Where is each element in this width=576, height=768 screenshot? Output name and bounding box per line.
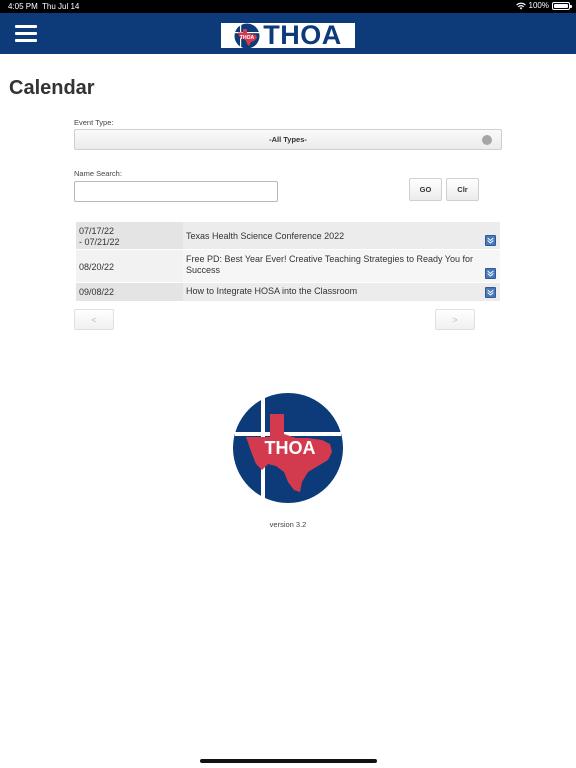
- next-page-button[interactable]: >: [435, 309, 475, 330]
- event-title: Texas Health Science Conference 2022: [186, 231, 345, 241]
- battery-icon: [552, 1, 572, 10]
- event-row[interactable]: 09/08/22 How to Integrate HOSA into the …: [76, 283, 500, 302]
- status-date: Thu Jul 14: [42, 2, 80, 11]
- seal-text: THOA: [240, 35, 255, 41]
- select-indicator-icon: [482, 135, 492, 145]
- version-text: version 3.2: [269, 520, 307, 529]
- wifi-icon: [515, 2, 526, 9]
- seal-logo-text: THOA: [265, 438, 316, 458]
- chevron-down-icon[interactable]: [485, 287, 496, 298]
- logo-text: THOA: [263, 20, 342, 50]
- event-date: 09/08/22: [76, 283, 183, 301]
- event-row[interactable]: 07/17/22 - 07/21/22 Texas Health Science…: [76, 222, 500, 250]
- clear-button[interactable]: Clr: [446, 178, 479, 201]
- event-date: 07/17/22 - 07/21/22: [76, 222, 183, 249]
- event-date-start: 09/08/22: [79, 287, 115, 297]
- name-search-label: Name Search:: [74, 169, 122, 178]
- event-type-label: Event Type:: [74, 118, 114, 127]
- previous-page-button[interactable]: <: [74, 309, 114, 330]
- status-right: 100%: [515, 1, 572, 10]
- header-logo: THOA THOA: [219, 21, 357, 50]
- hamburger-menu-icon[interactable]: [15, 25, 37, 42]
- event-date-start: 08/20/22: [79, 262, 115, 272]
- events-list: 07/17/22 - 07/21/22 Texas Health Science…: [76, 222, 500, 302]
- event-type-select[interactable]: -All Types-: [74, 129, 502, 150]
- battery-percent: 100%: [528, 1, 549, 10]
- event-title: How to Integrate HOSA into the Classroom: [186, 286, 358, 296]
- chevron-down-icon[interactable]: [485, 268, 496, 279]
- chevron-down-icon[interactable]: [485, 235, 496, 246]
- event-date: 08/20/22: [76, 250, 183, 282]
- thoa-seal-logo: THOA: [233, 393, 343, 503]
- home-indicator[interactable]: [200, 759, 377, 763]
- page-title: Calendar: [9, 77, 95, 99]
- event-type-value: -All Types-: [269, 135, 307, 144]
- name-search-input[interactable]: [74, 181, 278, 202]
- event-title: Free PD: Best Year Ever! Creative Teachi…: [186, 254, 473, 275]
- event-date-start: 07/17/22: [79, 226, 115, 236]
- thoa-seal-icon: THOA: [234, 23, 260, 48]
- status-bar: 4:05 PM Thu Jul 14 100%: [0, 0, 576, 13]
- event-date-end: - 07/21/22: [79, 237, 120, 247]
- app-header: THOA THOA: [0, 13, 576, 54]
- event-row[interactable]: 08/20/22 Free PD: Best Year Ever! Creati…: [76, 250, 500, 283]
- status-time: 4:05 PM: [8, 2, 38, 11]
- go-button[interactable]: GO: [409, 178, 442, 201]
